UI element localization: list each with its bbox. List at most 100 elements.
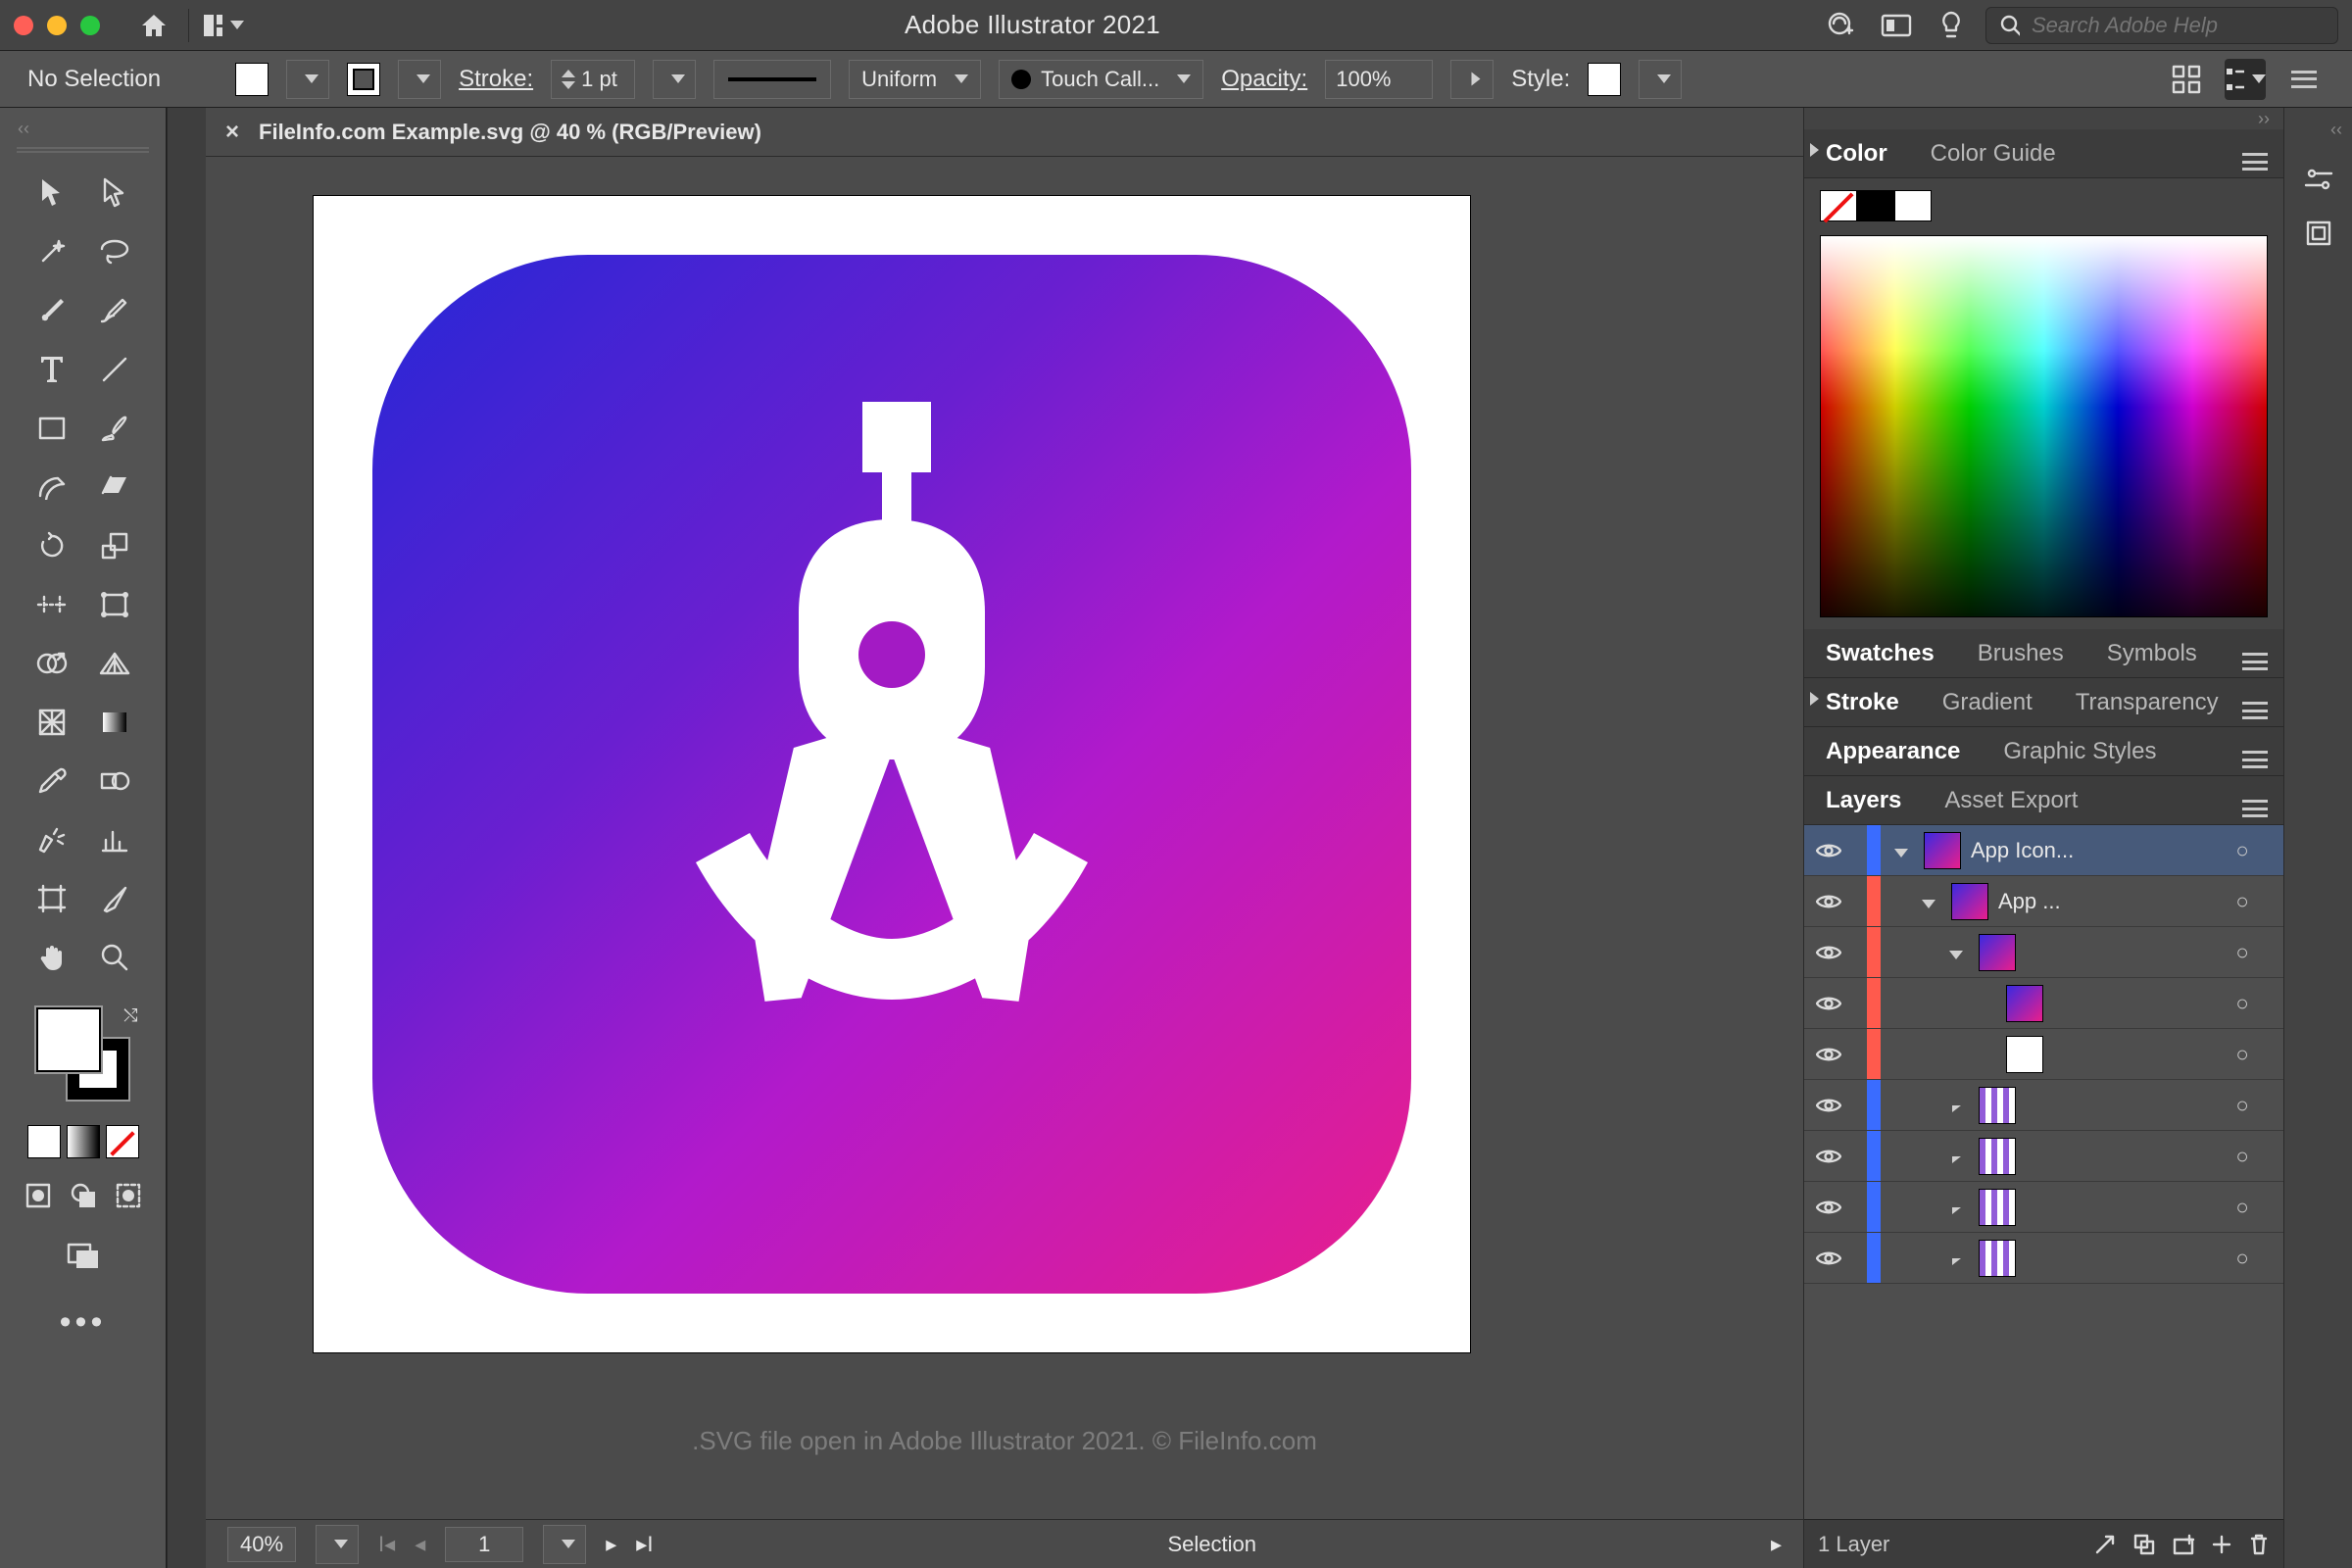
- rotate-tool[interactable]: [24, 519, 80, 572]
- layer-row[interactable]: ○: [1804, 1182, 2283, 1233]
- nav-last-icon[interactable]: ▸I: [636, 1532, 653, 1557]
- free-transform-tool[interactable]: [86, 578, 143, 631]
- zoom-level[interactable]: 40%: [227, 1527, 296, 1562]
- mesh-tool[interactable]: [24, 696, 80, 749]
- target-icon[interactable]: ○: [2221, 940, 2264, 965]
- edit-toolbar[interactable]: •••: [60, 1303, 107, 1342]
- dock-collapse[interactable]: ››: [1804, 108, 2283, 129]
- target-icon[interactable]: ○: [2221, 1144, 2264, 1169]
- nav-next-icon[interactable]: ▸: [606, 1532, 616, 1557]
- layer-row[interactable]: App Icon...○: [1804, 825, 2283, 876]
- artboard-tool[interactable]: [24, 872, 80, 925]
- eyedropper-tool[interactable]: [24, 755, 80, 808]
- panel-menu-icon[interactable]: [2242, 734, 2268, 768]
- stroke-swatch[interactable]: [347, 63, 380, 96]
- panel-menu-icon[interactable]: [2242, 685, 2268, 719]
- visibility-icon[interactable]: [1804, 995, 1853, 1012]
- curvature-tool[interactable]: [86, 284, 143, 337]
- locate-object-icon[interactable]: [2093, 1533, 2117, 1556]
- strip-collapse[interactable]: ‹‹: [2330, 120, 2342, 140]
- blend-tool[interactable]: [86, 755, 143, 808]
- color-none[interactable]: [1820, 190, 1857, 221]
- layer-row[interactable]: App ...○: [1804, 876, 2283, 927]
- tab-gradient[interactable]: Gradient: [1921, 678, 2054, 726]
- visibility-icon[interactable]: [1804, 893, 1853, 910]
- disclosure-icon[interactable]: [1936, 1246, 1969, 1271]
- fill-swatch[interactable]: [235, 63, 269, 96]
- draw-mode-inside[interactable]: [109, 1176, 148, 1215]
- target-icon[interactable]: ○: [2221, 1042, 2264, 1067]
- toolbar-collapse[interactable]: ‹‹: [0, 114, 166, 143]
- panel-menu-icon[interactable]: [2242, 783, 2268, 817]
- disclosure-icon[interactable]: [1908, 889, 1941, 914]
- symbol-sprayer-tool[interactable]: [24, 813, 80, 866]
- brush-definition[interactable]: Touch Call...: [999, 60, 1203, 99]
- arrange-docs-icon[interactable]: [203, 5, 244, 46]
- visibility-icon[interactable]: [1804, 1199, 1853, 1216]
- eraser-tool[interactable]: [86, 461, 143, 514]
- tab-graphic-styles[interactable]: Graphic Styles: [1982, 727, 2178, 775]
- shaper-tool[interactable]: [24, 461, 80, 514]
- color-mode-gradient[interactable]: [67, 1125, 100, 1158]
- target-icon[interactable]: ○: [2221, 1093, 2264, 1118]
- color-black[interactable]: [1857, 190, 1894, 221]
- tab-color-guide[interactable]: Color Guide: [1909, 129, 2078, 177]
- stroke-weight-dropdown[interactable]: [653, 60, 696, 99]
- close-tab-icon[interactable]: ×: [225, 119, 239, 146]
- graphic-style-swatch[interactable]: [1588, 63, 1621, 96]
- layer-row[interactable]: ○: [1804, 1131, 2283, 1182]
- libraries-icon[interactable]: [2304, 219, 2333, 248]
- pen-tool[interactable]: [24, 284, 80, 337]
- screen-mode[interactable]: [59, 1233, 108, 1278]
- target-icon[interactable]: ○: [2221, 1246, 2264, 1271]
- tab-layers[interactable]: Layers: [1804, 776, 1923, 824]
- delete-layer-icon[interactable]: [2248, 1533, 2270, 1556]
- fill-stroke-control[interactable]: ⤭: [36, 1007, 130, 1102]
- width-tool[interactable]: [24, 578, 80, 631]
- gpu-icon[interactable]: [1876, 5, 1917, 46]
- align-panel-icon[interactable]: [2166, 59, 2207, 100]
- properties-icon[interactable]: [2302, 166, 2335, 193]
- new-layer-icon[interactable]: [2211, 1534, 2232, 1555]
- artboard-dropdown[interactable]: [543, 1525, 586, 1564]
- panel-menu-icon[interactable]: [2242, 636, 2268, 670]
- tab-stroke[interactable]: Stroke: [1804, 678, 1921, 726]
- panel-menu-icon[interactable]: [2242, 136, 2268, 171]
- tab-color[interactable]: Color: [1804, 129, 1909, 177]
- stroke-label[interactable]: Stroke:: [459, 66, 533, 93]
- zoom-tool[interactable]: [86, 931, 143, 984]
- visibility-icon[interactable]: [1804, 842, 1853, 859]
- tab-symbols[interactable]: Symbols: [2085, 629, 2219, 677]
- tab-asset-export[interactable]: Asset Export: [1923, 776, 2099, 824]
- type-tool[interactable]: [24, 343, 80, 396]
- visibility-icon[interactable]: [1804, 1250, 1853, 1267]
- layer-row[interactable]: ○: [1804, 1080, 2283, 1131]
- visibility-icon[interactable]: [1804, 944, 1853, 961]
- help-search[interactable]: [1985, 7, 2338, 44]
- disclosure-icon[interactable]: [1936, 1093, 1969, 1118]
- more-options-icon[interactable]: [2283, 59, 2325, 100]
- artboard-number[interactable]: 1: [445, 1527, 523, 1562]
- stroke-dropdown[interactable]: [398, 60, 441, 99]
- tips-icon[interactable]: [1931, 5, 1972, 46]
- selection-tool[interactable]: [24, 167, 80, 220]
- draw-mode-behind[interactable]: [64, 1176, 103, 1215]
- status-menu-icon[interactable]: ▸: [1771, 1532, 1782, 1557]
- new-sublayer-icon[interactable]: [2172, 1533, 2195, 1556]
- opacity-dropdown[interactable]: [1450, 60, 1494, 99]
- draw-mode-normal[interactable]: [19, 1176, 58, 1215]
- visibility-icon[interactable]: [1804, 1097, 1853, 1114]
- stroke-profile-name[interactable]: Uniform: [849, 60, 981, 99]
- shape-builder-tool[interactable]: [24, 637, 80, 690]
- visibility-icon[interactable]: [1804, 1148, 1853, 1165]
- share-icon[interactable]: [1821, 5, 1862, 46]
- gradient-tool[interactable]: [86, 696, 143, 749]
- scale-tool[interactable]: [86, 519, 143, 572]
- zoom-dropdown[interactable]: [316, 1525, 359, 1564]
- layer-row[interactable]: ○: [1804, 1233, 2283, 1284]
- layer-row[interactable]: ○: [1804, 978, 2283, 1029]
- opacity-field[interactable]: 100%: [1325, 60, 1433, 99]
- home-icon[interactable]: [133, 5, 174, 46]
- color-white[interactable]: [1894, 190, 1932, 221]
- paintbrush-tool[interactable]: [86, 402, 143, 455]
